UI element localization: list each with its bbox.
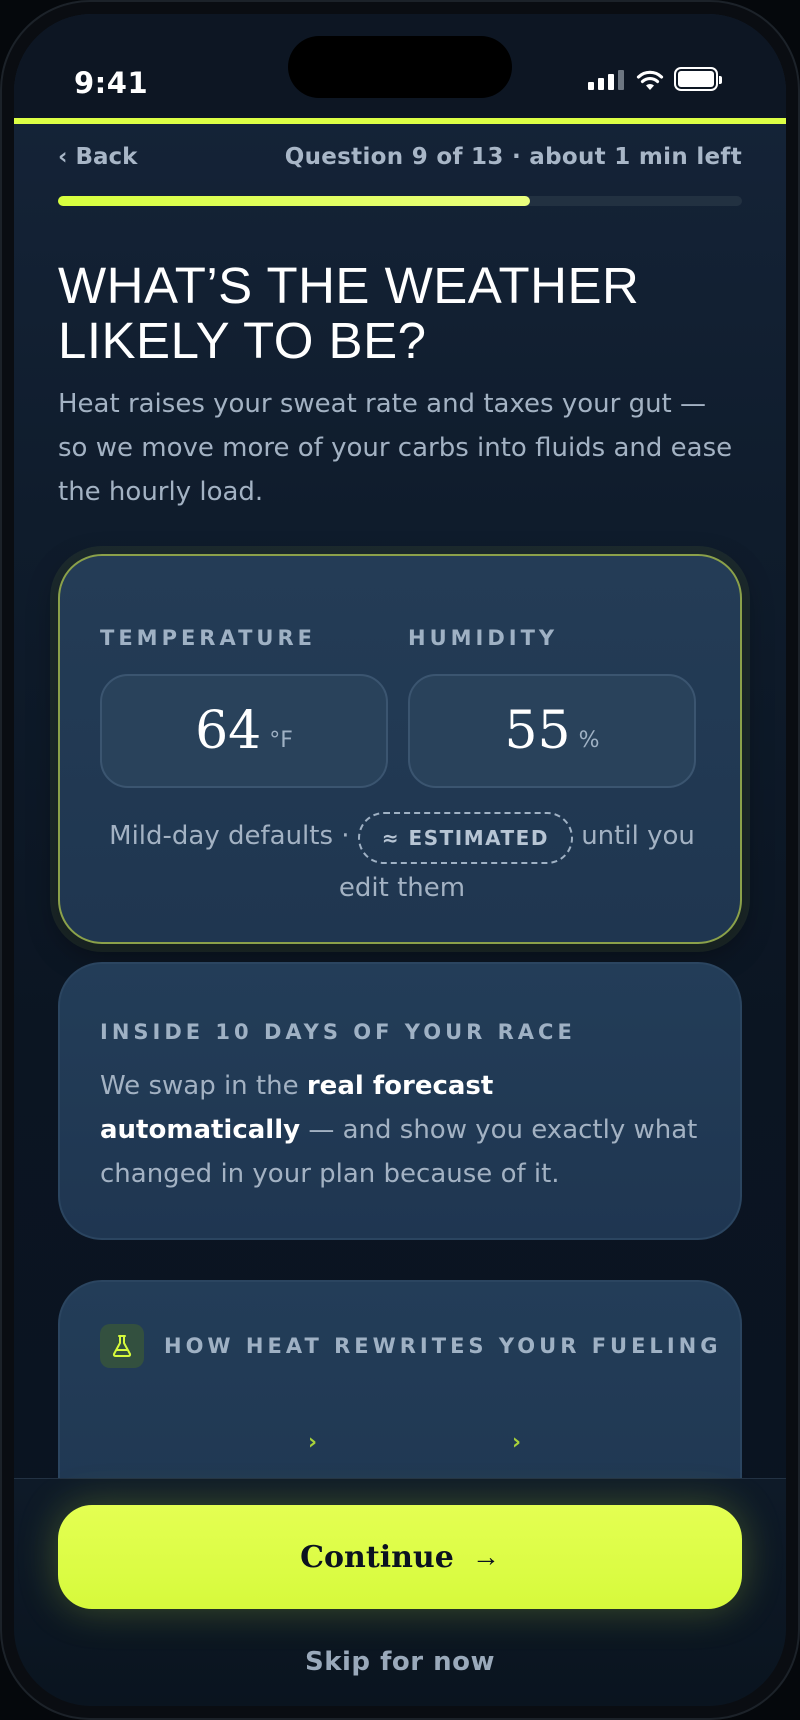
arrow-right-icon: → (471, 1541, 500, 1572)
flask-icon (100, 1324, 144, 1368)
screen: 9:41 ‹ Back Question 9 of 13 · about 1 m… (14, 14, 786, 1706)
skip-button[interactable]: Skip for now (14, 1647, 786, 1677)
estimated-badge: ≈ ESTIMATED (357, 812, 573, 864)
defaults-note: Mild-day defaults · ≈ ESTIMATED until yo… (90, 812, 714, 912)
progress-bar-fill (58, 196, 530, 206)
heat-card-label: HOW HEAT REWRITES YOUR FUELING (164, 1334, 722, 1358)
continue-label: Continue (300, 1539, 454, 1575)
progress-bar (58, 196, 742, 206)
progress-text: Question 9 of 13 · about 1 min left (284, 144, 742, 170)
page-title: WHAT’S THE WEATHER LIKELY TO BE? (58, 257, 640, 369)
humidity-value: 55 (504, 701, 571, 761)
humidity-input[interactable]: 55 % (408, 674, 696, 788)
chevron-right-icon: › (308, 1430, 318, 1455)
cellular-signal-icon (588, 70, 624, 90)
battery-icon (674, 67, 722, 91)
back-button[interactable]: ‹ Back (58, 144, 137, 170)
defaults-note-prefix: Mild-day defaults · (109, 821, 350, 851)
temperature-unit: °F (269, 727, 293, 753)
status-time: 9:41 (74, 66, 149, 100)
chevron-right-icon: › (512, 1430, 522, 1455)
temperature-input[interactable]: 64 °F (100, 674, 388, 788)
page-subtitle: Heat raises your sweat rate and taxes yo… (58, 389, 733, 507)
forecast-card-text: We swap in the real forecast automatical… (100, 1064, 700, 1196)
humidity-label: HUMIDITY (408, 626, 559, 650)
dynamic-island (288, 36, 512, 98)
forecast-text-before: We swap in the (100, 1071, 307, 1101)
forecast-info-card: INSIDE 10 DAYS OF YOUR RACE We swap in t… (58, 962, 742, 1240)
forecast-card-label: INSIDE 10 DAYS OF YOUR RACE (100, 1020, 576, 1044)
temperature-label: TEMPERATURE (100, 626, 316, 650)
continue-button[interactable]: Continue → (58, 1505, 742, 1609)
status-bar: 9:41 (14, 14, 786, 118)
humidity-unit: % (578, 727, 600, 753)
wifi-icon (636, 70, 664, 90)
accent-line (14, 118, 786, 124)
temperature-value: 64 (195, 701, 262, 761)
weather-card: TEMPERATURE HUMIDITY 64 °F 55 % Mild-day… (58, 554, 742, 944)
bottom-action-bar: Continue → Skip for now (14, 1478, 786, 1706)
phone-frame: 9:41 ‹ Back Question 9 of 13 · about 1 m… (0, 0, 800, 1720)
